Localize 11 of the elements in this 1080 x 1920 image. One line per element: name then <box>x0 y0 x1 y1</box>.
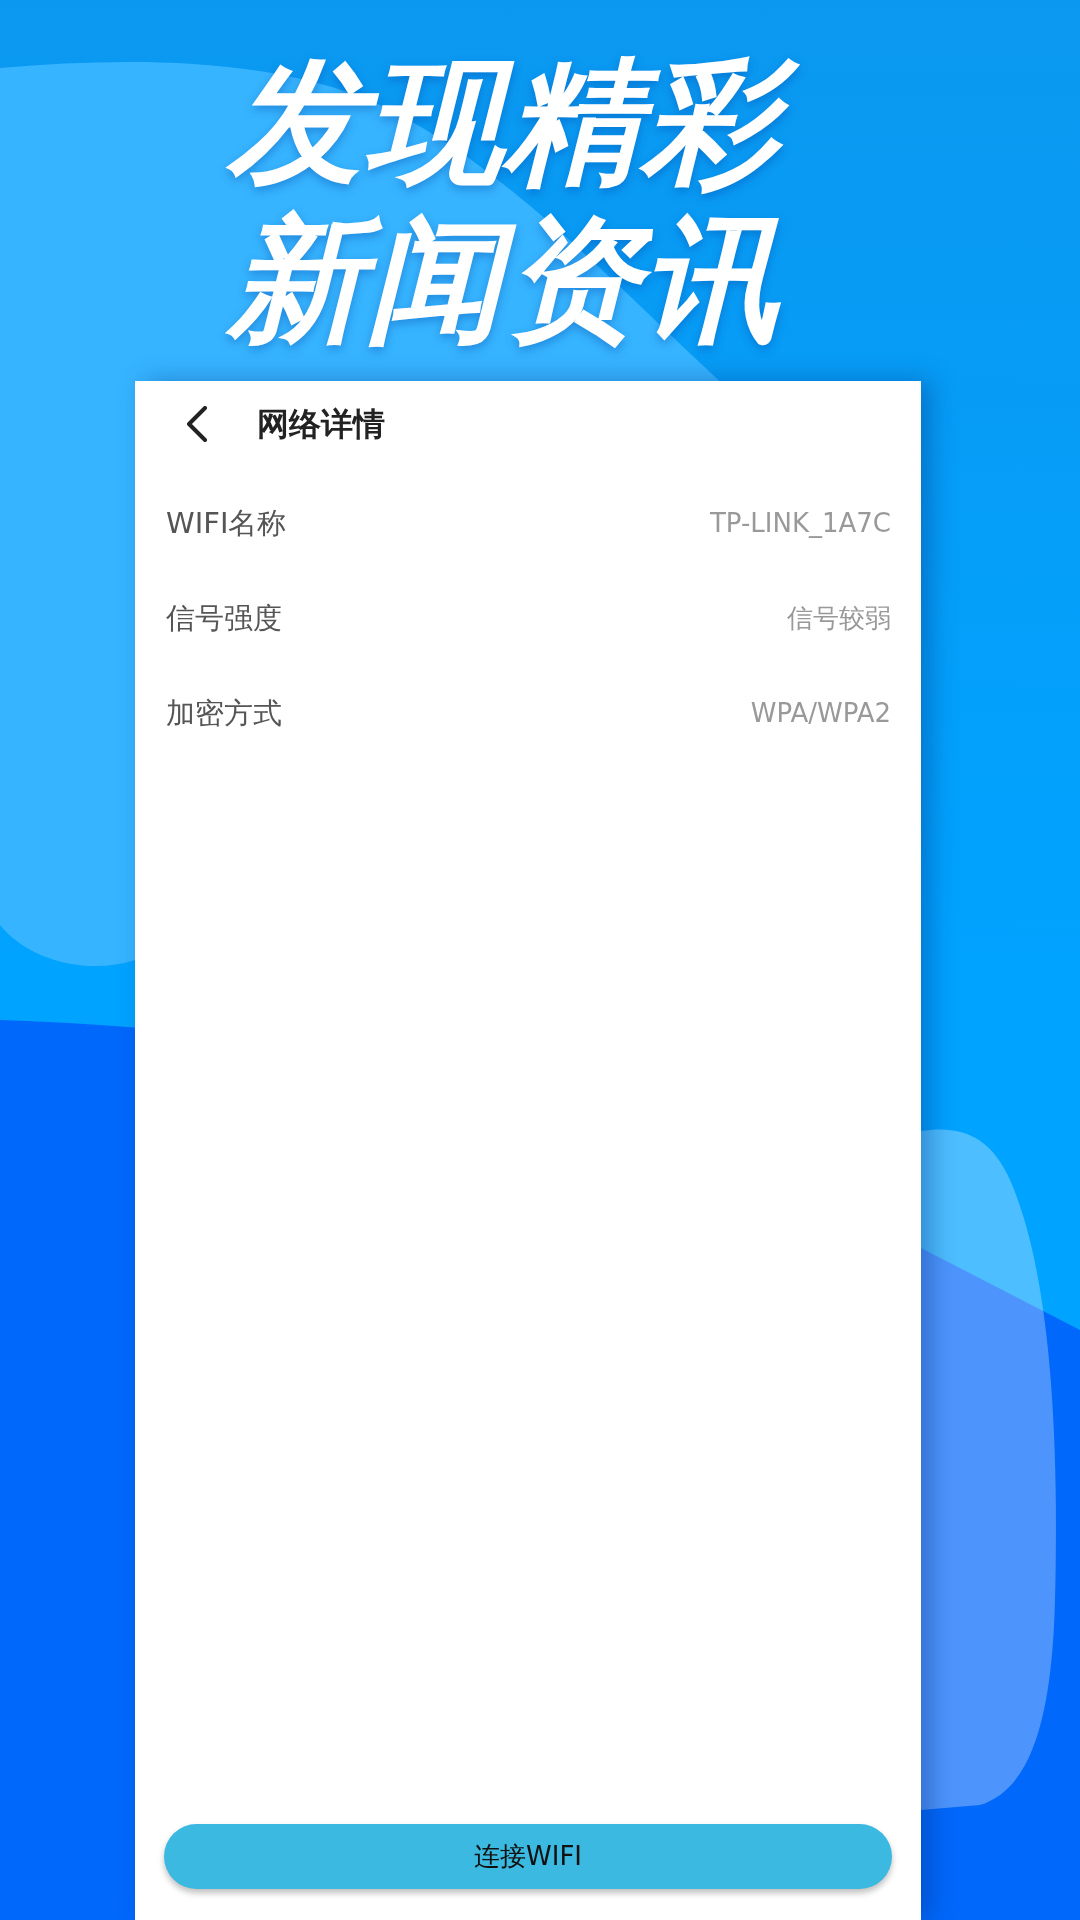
detail-label: 信号强度 <box>166 599 282 637</box>
back-icon[interactable] <box>186 406 208 442</box>
page-title: 网络详情 <box>257 404 385 445</box>
detail-value: TP-LINK_1A7C <box>709 507 891 540</box>
detail-value: WPA/WPA2 <box>750 697 891 730</box>
detail-label: 加密方式 <box>166 694 282 732</box>
connect-wifi-button[interactable]: 连接WIFI <box>164 1824 892 1889</box>
detail-label: WIFI名称 <box>166 504 287 542</box>
detail-value: 信号较弱 <box>787 602 891 635</box>
headline: 发现精彩 <box>208 43 800 201</box>
headline: 新闻资讯 <box>208 201 800 359</box>
